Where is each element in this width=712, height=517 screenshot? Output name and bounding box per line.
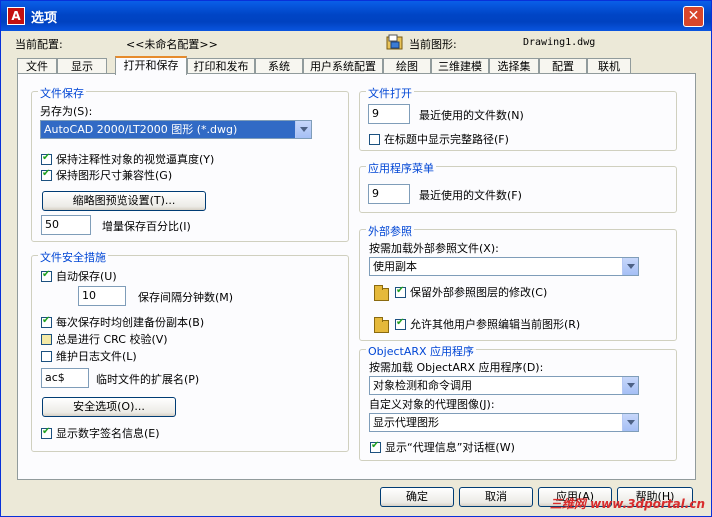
- open-save-panel: 文件保存 另存为(S): AutoCAD 2000/LT2000 图形 (*.d…: [17, 73, 696, 480]
- tab-user-preferences[interactable]: 用户系统配置: [303, 58, 383, 74]
- incremental-save-label: 增量保存百分比(I): [102, 220, 191, 233]
- chevron-down-icon[interactable]: [622, 414, 638, 431]
- keep-visual-fidelity-label: 保持注释性对象的视觉逼真度(Y): [56, 153, 215, 166]
- tab-open-save[interactable]: 打开和保存: [115, 56, 187, 75]
- log-file-checkbox[interactable]: [41, 351, 52, 362]
- autosave-minutes-label: 保存间隔分钟数(M): [138, 291, 234, 304]
- allow-xref-edit-checkbox[interactable]: [395, 317, 406, 330]
- tab-files[interactable]: 文件: [17, 58, 57, 74]
- app-menu-recent-input[interactable]: 9: [368, 184, 410, 204]
- autosave-checkbox[interactable]: [41, 269, 52, 282]
- app-menu-group: 应用程序菜单 9 最近使用的文件数(F): [359, 160, 677, 213]
- backup-copy-checkbox[interactable]: [41, 315, 52, 328]
- arx-demand-load-label: 按需加载 ObjectARX 应用程序(D):: [369, 361, 544, 374]
- tab-profiles[interactable]: 配置: [539, 58, 587, 74]
- close-button[interactable]: ✕: [683, 6, 704, 27]
- digital-signature-label: 显示数字签名信息(E): [56, 427, 160, 440]
- xref-demand-load-label: 按需加载外部参照文件(X):: [369, 242, 499, 255]
- xref-edit-icon: [374, 317, 389, 333]
- objectarx-title: ObjectARX 应用程序: [366, 343, 477, 359]
- xref-layer-icon: [374, 285, 389, 301]
- retain-xref-changes-checkbox[interactable]: [395, 285, 406, 298]
- xref-group: 外部参照 按需加载外部参照文件(X): 使用副本 保留外部参照图层的修改(C) …: [359, 223, 677, 341]
- tab-selection[interactable]: 选择集: [489, 58, 539, 74]
- file-safety-group: 文件安全措施 自动保存(U) 10 保存间隔分钟数(M) 每次保存时均创建备份副…: [31, 249, 349, 452]
- options-dialog: A 选项 ✕ 当前配置: <<未命名配置>> 当前图形: Drawing1.dw…: [0, 0, 712, 517]
- current-profile-value: <<未命名配置>>: [126, 38, 218, 51]
- autocad-app-icon: A: [7, 7, 25, 25]
- window-title: 选项: [31, 11, 58, 26]
- tab-3d-modeling[interactable]: 三维建模: [431, 58, 489, 74]
- proxy-images-value: 显示代理图形: [373, 416, 439, 429]
- current-drawing-label: 当前图形:: [409, 38, 457, 51]
- crc-check-label: 总是进行 CRC 校验(V): [56, 333, 168, 346]
- keep-dim-compat-label: 保持图形尺寸兼容性(G): [56, 169, 173, 182]
- file-open-group: 文件打开 9 最近使用的文件数(N) 在标题中显示完整路径(F): [359, 85, 677, 151]
- proxy-info-checkbox[interactable]: [370, 440, 381, 453]
- backup-copy-label: 每次保存时均创建备份副本(B): [56, 316, 205, 329]
- retain-xref-changes-label: 保留外部参照图层的修改(C): [410, 286, 548, 299]
- title-bar[interactable]: A 选项 ✕: [1, 1, 711, 31]
- cancel-button[interactable]: 取消: [459, 487, 533, 507]
- full-path-checkbox[interactable]: [369, 134, 380, 145]
- keep-dim-compat-checkbox[interactable]: [41, 168, 52, 181]
- file-open-title: 文件打开: [366, 85, 414, 101]
- temp-extension-input[interactable]: ac$: [41, 368, 89, 388]
- tab-system[interactable]: 系统: [255, 58, 303, 74]
- keep-visual-fidelity-checkbox[interactable]: [41, 152, 52, 165]
- arx-demand-load-value: 对象检测和命令调用: [373, 379, 472, 392]
- file-safety-title: 文件安全措施: [38, 249, 108, 265]
- tab-drafting[interactable]: 绘图: [383, 58, 431, 74]
- app-menu-recent-label: 最近使用的文件数(F): [419, 189, 522, 202]
- incremental-save-input[interactable]: 50: [41, 215, 91, 235]
- save-as-label: 另存为(S):: [40, 105, 93, 118]
- save-as-value: AutoCAD 2000/LT2000 图形 (*.dwg): [44, 123, 238, 136]
- ok-button[interactable]: 确定: [380, 487, 454, 507]
- chevron-down-icon[interactable]: [622, 377, 638, 394]
- proxy-images-select[interactable]: 显示代理图形: [369, 413, 639, 432]
- current-profile-label: 当前配置:: [15, 38, 63, 51]
- recent-files-input[interactable]: 9: [368, 104, 410, 124]
- autosave-label: 自动保存(U): [56, 270, 117, 283]
- arx-demand-load-select[interactable]: 对象检测和命令调用: [369, 376, 639, 395]
- xref-demand-load-select[interactable]: 使用副本: [369, 257, 639, 276]
- crc-check-checkbox[interactable]: [41, 334, 52, 345]
- autosave-minutes-input[interactable]: 10: [78, 286, 126, 306]
- proxy-images-label: 自定义对象的代理图像(J):: [369, 398, 495, 411]
- file-save-title: 文件保存: [38, 85, 86, 101]
- digital-signature-checkbox[interactable]: [41, 426, 52, 439]
- recent-files-label: 最近使用的文件数(N): [419, 109, 524, 122]
- chevron-down-icon[interactable]: [622, 258, 638, 275]
- objectarx-group: ObjectARX 应用程序 按需加载 ObjectARX 应用程序(D): 对…: [359, 343, 677, 461]
- allow-xref-edit-label: 允许其他用户参照编辑当前图形(R): [410, 318, 581, 331]
- save-as-select[interactable]: AutoCAD 2000/LT2000 图形 (*.dwg): [40, 120, 312, 139]
- tab-online[interactable]: 联机: [587, 58, 631, 74]
- xref-title: 外部参照: [366, 223, 414, 239]
- site-watermark: 三维网 www.3dportal.cn: [549, 497, 705, 511]
- security-options-button[interactable]: 安全选项(O)...: [42, 397, 176, 417]
- drawing-file-icon: [386, 34, 403, 50]
- proxy-info-label: 显示“代理信息”对话框(W): [385, 441, 515, 454]
- chevron-down-icon[interactable]: [295, 121, 311, 138]
- tab-plot-publish[interactable]: 打印和发布: [187, 58, 255, 74]
- file-save-group: 文件保存 另存为(S): AutoCAD 2000/LT2000 图形 (*.d…: [31, 85, 349, 242]
- log-file-label: 维护日志文件(L): [56, 350, 137, 363]
- current-drawing-value: Drawing1.dwg: [523, 37, 596, 48]
- thumbnail-settings-button[interactable]: 缩略图预览设置(T)...: [42, 191, 206, 211]
- temp-extension-label: 临时文件的扩展名(P): [96, 373, 200, 386]
- tab-display[interactable]: 显示: [57, 58, 107, 74]
- app-menu-title: 应用程序菜单: [366, 160, 436, 176]
- xref-demand-load-value: 使用副本: [373, 260, 417, 273]
- full-path-label: 在标题中显示完整路径(F): [384, 133, 509, 146]
